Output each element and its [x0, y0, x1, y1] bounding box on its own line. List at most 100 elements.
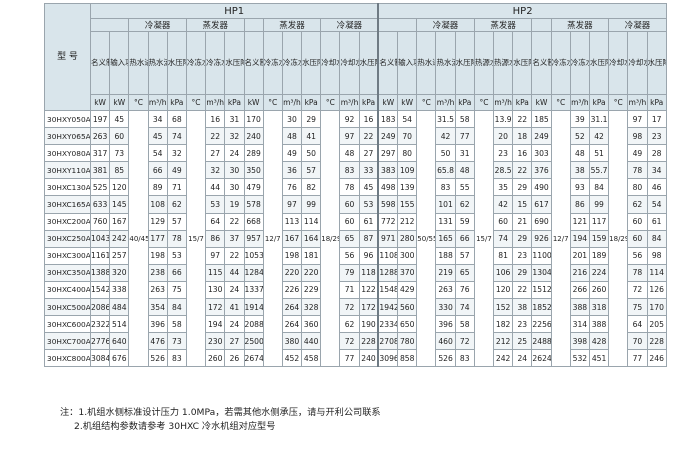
hp2-value-cell: 52 [569, 127, 590, 146]
hp1-value-cell: 957 [243, 229, 264, 248]
hp2-value-cell: 155 [397, 195, 418, 214]
hp2-value-cell: 34 [646, 161, 667, 180]
hp1-value-cell: 525 [89, 178, 111, 197]
hp1-value-cell: 263 [147, 280, 168, 300]
hp1-value-cell: 33 [358, 161, 379, 180]
hp2-value-cell: 83 [435, 178, 456, 197]
hp2-value-cell: 383 [377, 161, 399, 180]
hp2-value-cell: 86 [569, 195, 590, 214]
hp2-value-cell: 201 [569, 246, 590, 265]
hp2-value-cell: 66 [454, 229, 475, 248]
hp1-value-cell: 66 [166, 263, 187, 282]
hp2-value-cell: 21 [512, 212, 533, 231]
hp2-value-cell: 926 [531, 229, 552, 248]
hp2-value-cell: 58 [454, 315, 475, 334]
hp1-value-cell: 526 [147, 349, 168, 368]
hp2-value-cell: 31.5 [435, 109, 456, 129]
model-cell: 30HXC130A [44, 178, 91, 197]
hp1-value-cell: 19 [224, 195, 245, 214]
hp1-value-cell: 317 [89, 144, 111, 163]
hp1-value-cell: 50 [301, 144, 322, 163]
hp2-value-cell: 18 [512, 127, 533, 146]
hp1-value-cell: 264 [281, 315, 303, 334]
hp1-value-cell: 66 [147, 161, 168, 180]
hp2-value-cell: 429 [397, 280, 418, 300]
hp2-value-cell: 55 [454, 178, 475, 197]
hp2-value-cell: 183 [377, 109, 399, 129]
hp2-value-cell: 117 [588, 212, 610, 231]
hp1-value-cell: 96 [358, 246, 379, 265]
hp1-value-cell: 16 [205, 109, 226, 129]
hp2-value-cell: 780 [397, 332, 418, 351]
hp2-value-cell: 428 [588, 332, 610, 351]
hp2-value-cell: 57 [454, 246, 475, 265]
hp2-value-cell: 72 [627, 280, 648, 300]
footnotes: 注：1.机组水侧标准设计压力 1.0MPa，若需其他水侧承压，请与开利公司联系 … [60, 406, 381, 434]
hp2-value-cell: 60 [493, 212, 514, 231]
hp2-value-cell: 29 [512, 263, 533, 282]
hp1-col-label: 名义制热量 [89, 31, 111, 95]
hp1-value-cell: 62 [339, 315, 360, 334]
hp1-shared-temp: 12/7 [262, 109, 283, 368]
hp1-value-cell: 172 [358, 298, 379, 317]
hp2-value-cell: 22 [512, 161, 533, 180]
hp1-col-label: 热水流量 [147, 31, 168, 95]
hp2-value-cell: 31.1 [588, 109, 610, 129]
hp2-value-cell: 228 [646, 332, 667, 351]
hp1-value-cell: 260 [205, 349, 226, 368]
hp2-value-cell: 54 [646, 195, 667, 214]
spec-table-container: 型 号 HP1 HP2 冷凝器 蒸发器 蒸发器 冷凝器 冷凝器 蒸发器 蒸发器 … [44, 3, 667, 368]
hp1-value-cell: 83 [166, 349, 187, 368]
hp1-value-cell: 1043 [89, 229, 111, 248]
hp2-value-cell: 23 [646, 127, 667, 146]
model-cell: 30HXC300A [44, 246, 91, 265]
hp2-value-cell: 303 [531, 144, 552, 163]
hp1-heat-condenser-group: 冷凝器 [128, 18, 187, 32]
hp1-value-cell: 220 [281, 263, 303, 282]
hp2-value-cell: 526 [435, 349, 456, 368]
hp1-value-cell: 2674 [243, 349, 264, 368]
hp2-value-cell: 260 [588, 280, 610, 300]
hp1-cool-condenser-group: 冷凝器 [320, 18, 379, 32]
hp2-value-cell: 1304 [531, 263, 552, 282]
hp1-value-cell: 29 [301, 109, 322, 129]
hp2-value-cell: 60 [627, 212, 648, 231]
hp2-value-cell: 97 [627, 109, 648, 129]
hp1-shared-temp: 40/45 [128, 109, 149, 368]
hp2-heat-evaporator-group: 蒸发器 [473, 18, 533, 32]
hp1-value-cell: 3084 [89, 349, 111, 368]
hp2-value-cell: 451 [588, 349, 610, 368]
hp1-value-cell: 2086 [89, 298, 111, 317]
hp1-value-cell: 198 [281, 246, 303, 265]
hp2-value-cell: 1108 [377, 246, 399, 265]
hp1-col-unit: °C [128, 94, 149, 111]
hp1-value-cell: 172 [205, 298, 226, 317]
hp2-value-cell: 170 [646, 298, 667, 317]
hp1-col-unit: kPa [358, 94, 379, 111]
hp1-value-cell: 228 [358, 332, 379, 351]
hp1-value-cell: 263 [89, 127, 111, 146]
hp1-value-cell: 164 [301, 229, 322, 248]
hp2-value-cell: 24 [512, 349, 533, 368]
hp1-value-cell: 34 [147, 109, 168, 129]
hp1-value-cell: 60 [339, 195, 360, 214]
hp2-col-label: 冷冻水进/出水温度 [550, 31, 571, 95]
hp2-value-cell: 56 [627, 246, 648, 265]
hp1-value-cell: 1337 [243, 280, 264, 300]
hp1-value-cell: 1053 [243, 246, 264, 265]
hp1-value-cell: 60 [339, 212, 360, 231]
hp1-value-cell: 360 [301, 315, 322, 334]
hp1-value-cell: 27 [205, 144, 226, 163]
hp1-value-cell: 381 [89, 161, 111, 180]
hp2-value-cell: 99 [588, 195, 610, 214]
hp1-value-cell: 452 [281, 349, 303, 368]
hp2-value-cell: 188 [435, 246, 456, 265]
hp1-value-cell: 2088 [243, 315, 264, 334]
hp1-value-cell: 115 [205, 263, 226, 282]
hp2-value-cell: 370 [397, 263, 418, 282]
footnote-1: 注：1.机组水侧标准设计压力 1.0MPa，若需其他水侧承压，请与开利公司联系 [60, 407, 381, 418]
hp2-col-unit: °C [550, 94, 571, 111]
model-cell: 30HXY050A [44, 109, 91, 129]
hp2-value-cell: 81 [493, 246, 514, 265]
hp1-shared-temp: 15/7 [185, 109, 207, 368]
